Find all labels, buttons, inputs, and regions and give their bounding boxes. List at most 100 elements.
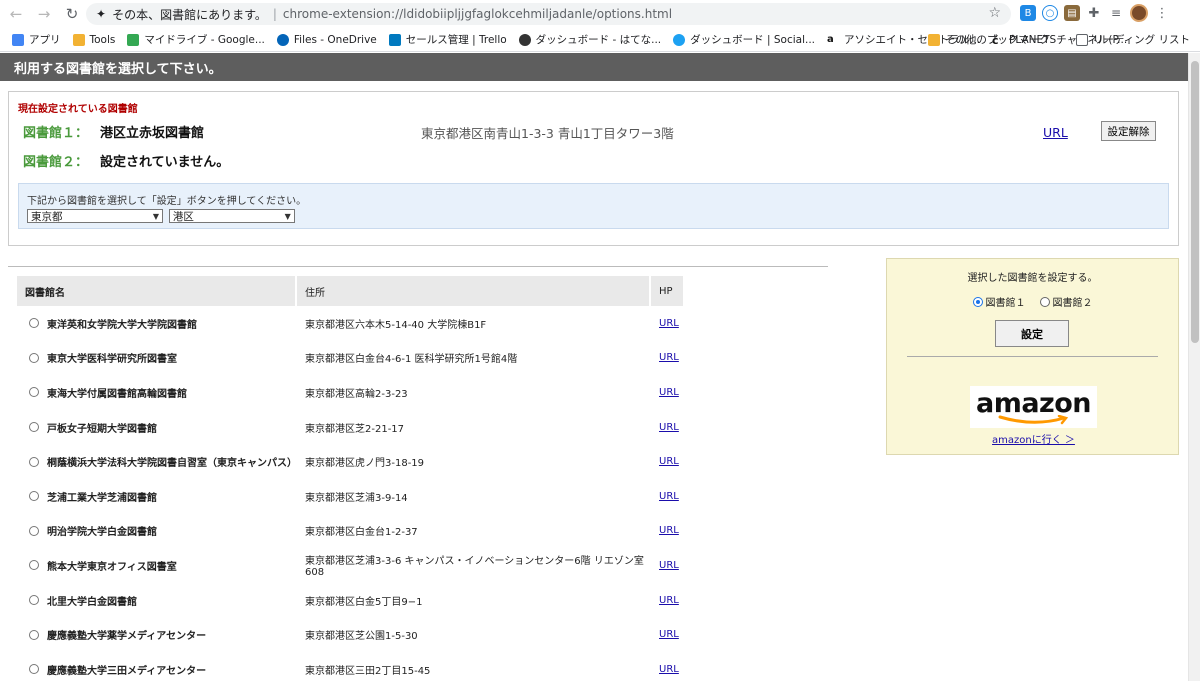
table-row: 熊本大学東京オフィス図書室 東京都港区芝浦3-3-6 キャンパス・イノベーションセ… (17, 548, 685, 583)
library-hp-link[interactable]: URL (659, 456, 679, 467)
reading-list-toolbar-icon[interactable]: ≡ (1108, 5, 1124, 21)
library-name-cell[interactable]: 慶應義塾大学薬学メディアセンター (17, 627, 297, 642)
library-radio-button[interactable] (29, 318, 39, 329)
bookmark-other[interactable]: その他のブックマーク (927, 32, 1050, 47)
library-radio-button[interactable] (29, 525, 39, 536)
current-library-box: 現在設定されている図書館 図書館１： 港区立赤坂図書館 東京都港区南青山1-3-… (8, 91, 1179, 246)
table-row: 桐蔭横浜大学法科大学院図書自習室（東京キャンパス） 東京都港区虎ノ門3-18-19… (17, 444, 685, 479)
library-1-url-link[interactable]: URL (1043, 125, 1068, 140)
library-hp-link[interactable]: URL (659, 595, 679, 606)
table-row: 東海大学付属図書館高輪図書館 東京都港区高輪2-3-23 URL (17, 375, 685, 410)
library-hp-link[interactable]: URL (659, 422, 679, 433)
library-hp-link[interactable]: URL (659, 387, 679, 398)
forward-icon[interactable]: → (32, 2, 56, 26)
library-hp-link[interactable]: URL (659, 318, 679, 329)
puzzle-extension-icon[interactable]: ✚ (1086, 5, 1102, 21)
library-hp-link[interactable]: URL (659, 352, 679, 363)
table-row: 明治学院大学白金図書館 東京都港区白金台1-2-37 URL (17, 514, 685, 549)
folder-icon (927, 33, 940, 46)
bookmark-apps[interactable]: アプリ (12, 32, 61, 47)
library-radio-button[interactable] (29, 422, 39, 433)
b-extension-icon[interactable]: B (1020, 5, 1036, 21)
radio-selected-icon (972, 296, 983, 307)
city-select[interactable]: 港区 ▼ (168, 209, 295, 223)
library-radio-button[interactable] (29, 560, 39, 571)
library-address-cell: 東京都港区芝2-21-17 (305, 423, 405, 435)
library-radio-button[interactable] (29, 629, 39, 640)
column-header-hp: HP (651, 276, 685, 306)
bookmark-tools[interactable]: Tools (72, 33, 115, 46)
scrollbar-thumb[interactable] (1191, 61, 1199, 343)
library-1-name: 港区立赤坂図書館 (100, 126, 205, 141)
library-2-row: 図書館２： 設定されていません。 (23, 151, 229, 170)
reload-icon[interactable]: ↻ (60, 2, 84, 26)
bookmark-google-drive[interactable]: マイドライブ - Google... (127, 32, 265, 47)
menu-dots-icon[interactable]: ⋮ (1154, 5, 1170, 21)
library-hp-cell: URL (651, 456, 685, 467)
library-radio-button[interactable] (29, 595, 39, 606)
library-1-radio[interactable]: 図書館１ (972, 294, 1026, 309)
library-hp-cell: URL (651, 595, 685, 606)
library-address-cell: 東京都港区三田2丁目15-45 (305, 665, 431, 677)
library-radio-button[interactable] (29, 352, 39, 363)
library-radio-button[interactable] (29, 387, 39, 398)
bookmark-reading-list[interactable]: リーディング リスト (1075, 32, 1190, 47)
library-name-cell[interactable]: 明治学院大学白金図書館 (17, 523, 297, 538)
book-extension-icon[interactable]: ▤ (1064, 5, 1080, 21)
amazon-logo[interactable]: amazon (970, 386, 1097, 428)
prefecture-select[interactable]: 東京都 ▼ (27, 209, 163, 223)
library-name-cell[interactable]: 東洋英和女学院大学大学院図書館 (17, 316, 297, 331)
library-radio-button[interactable] (29, 456, 39, 467)
library-address-cell: 東京都港区白金台4-6-1 医科学研究所1号館4階 (305, 354, 518, 366)
library-radio-button[interactable] (29, 491, 39, 502)
bookmark-star-icon[interactable]: ☆ (988, 5, 1001, 21)
amazon-link[interactable]: amazonに行く ＞ (887, 431, 1180, 446)
bulb-extension-icon[interactable]: ○ (1042, 5, 1058, 21)
extension-icons: B ○ ▤ ✚ ≡ ⋮ (1020, 4, 1170, 22)
library-hp-link[interactable]: URL (659, 491, 679, 502)
amazon-smile-icon (998, 414, 1068, 424)
library-hp-link[interactable]: URL (659, 560, 679, 571)
back-icon[interactable]: ← (4, 2, 28, 26)
library-2-radio[interactable]: 図書館２ (1039, 294, 1093, 309)
table-body: 東洋英和女学院大学大学院図書館 東京都港区六本木5-14-40 大学院棟B1F UR… (17, 306, 685, 681)
chevron-down-icon: ▼ (152, 211, 159, 221)
library-hp-link[interactable]: URL (659, 525, 679, 536)
panel-divider (907, 356, 1158, 357)
library-address-cell: 東京都港区高輪2-3-23 (305, 388, 408, 400)
bookmark-onedrive[interactable]: Files - OneDrive (276, 33, 377, 46)
library-hp-cell: URL (651, 352, 685, 363)
library-name-cell[interactable]: 戸板女子短期大学図書館 (17, 420, 297, 435)
library-name-cell[interactable]: 桐蔭横浜大学法科大学院図書自習室（東京キャンパス） (17, 454, 297, 469)
library-name: 芝浦工業大学芝浦図書館 (47, 492, 157, 504)
library-1-number: 図書館１： (23, 126, 89, 141)
library-name-cell[interactable]: 慶應義塾大学三田メディアセンター (17, 662, 297, 677)
library-name-cell[interactable]: 東海大学付属図書館高輪図書館 (17, 385, 297, 400)
library-name: 明治学院大学白金図書館 (47, 527, 157, 539)
social-icon (673, 33, 686, 46)
library-1-address: 東京都港区南青山1-3-3 青山1丁目タワー3階 (421, 126, 674, 141)
profile-avatar[interactable] (1130, 4, 1148, 22)
page-scrollbar[interactable] (1188, 53, 1200, 681)
bookmark-trello[interactable]: セールス管理 | Trello (388, 32, 507, 47)
bookmark-social[interactable]: ダッシュボード | Social... (673, 32, 815, 47)
library-hp-cell: URL (651, 318, 685, 329)
bookmark-hatena[interactable]: ダッシュボード - はてな... (518, 32, 661, 47)
library-name-cell[interactable]: 熊本大学東京オフィス図書室 (17, 558, 297, 573)
library-name-cell[interactable]: 東京大学医科学研究所図書室 (17, 350, 297, 365)
address-bar[interactable]: ✦ その本、図書館にあります。 | chrome-extension://ldi… (86, 3, 1011, 25)
library-hp-cell: URL (651, 629, 685, 640)
library-hp-link[interactable]: URL (659, 629, 679, 640)
folder-icon (72, 33, 85, 46)
unset-button[interactable]: 設定解除 (1101, 121, 1156, 141)
library-name-cell[interactable]: 北里大学白金図書館 (17, 593, 297, 608)
current-library-label: 現在設定されている図書館 (18, 104, 138, 115)
set-button[interactable]: 設定 (995, 320, 1069, 347)
library-hp-link[interactable]: URL (659, 664, 679, 675)
library-address-cell: 東京都港区芝公園1-5-30 (305, 631, 418, 643)
omnibox-separator: | (272, 7, 277, 21)
section-divider (8, 266, 828, 267)
library-name-cell[interactable]: 芝浦工業大学芝浦図書館 (17, 489, 297, 504)
library-radio-button[interactable] (29, 664, 39, 675)
library-hp-cell: URL (651, 491, 685, 502)
